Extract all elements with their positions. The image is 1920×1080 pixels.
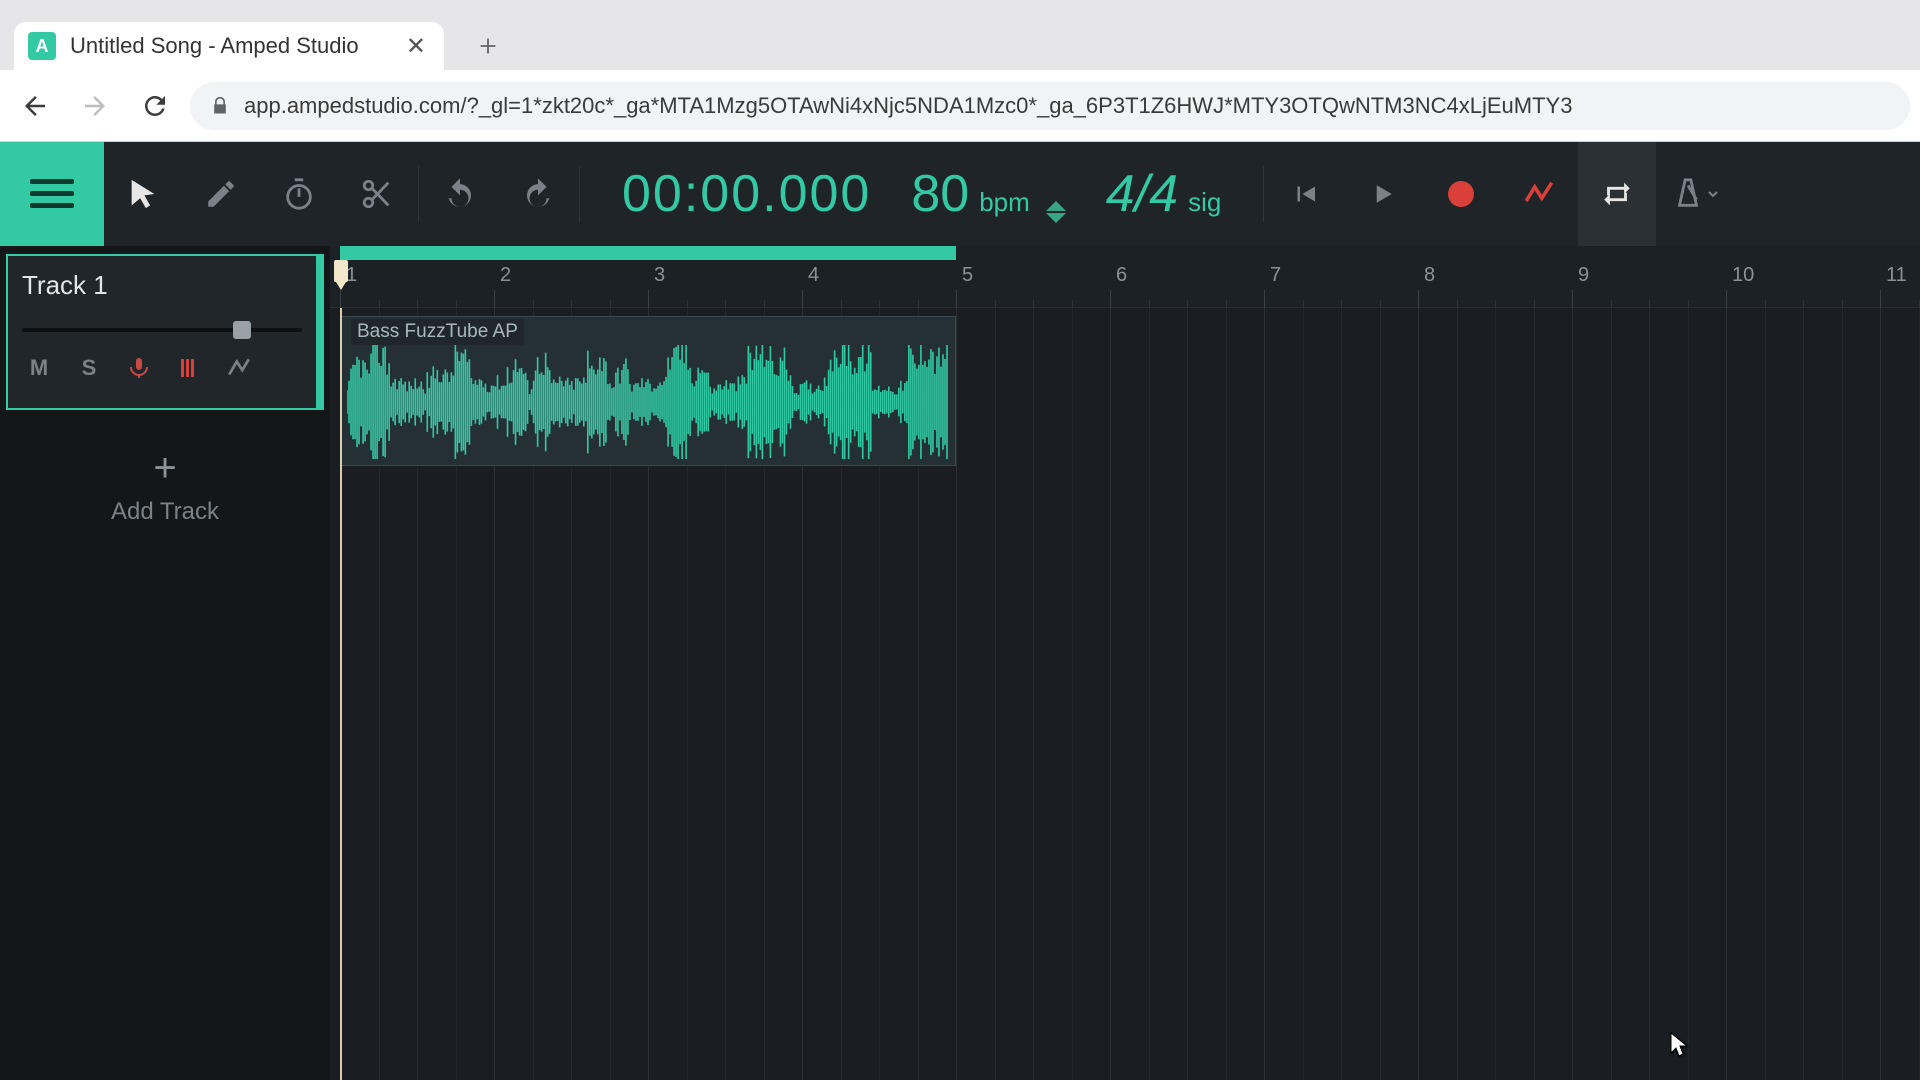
arrow-right-icon	[80, 91, 110, 121]
back-button[interactable]	[10, 81, 60, 131]
reload-button[interactable]	[130, 81, 180, 131]
mouse-cursor	[1670, 1032, 1690, 1060]
skip-start-icon	[1290, 179, 1320, 209]
sig-label: sig	[1188, 187, 1221, 218]
record-icon	[1448, 181, 1474, 207]
browser-tab-strip: A Untitled Song - Amped Studio ✕	[0, 0, 1920, 70]
redo-icon	[521, 177, 555, 211]
url-text: app.ampedstudio.com/?_gl=1*zkt20c*_ga*MT…	[244, 93, 1572, 119]
pointer-tool[interactable]	[104, 142, 182, 246]
loop-icon	[1600, 177, 1634, 211]
bpm-label: bpm	[979, 187, 1030, 218]
pencil-icon	[204, 177, 238, 211]
mic-icon	[127, 356, 151, 380]
favicon: A	[28, 32, 56, 60]
cut-tool[interactable]	[338, 142, 416, 246]
cursor-icon	[126, 177, 160, 211]
address-bar[interactable]: app.ampedstudio.com/?_gl=1*zkt20c*_ga*MT…	[190, 82, 1910, 130]
automation-track-button[interactable]	[222, 351, 256, 385]
add-track-label: Add Track	[111, 498, 219, 526]
record-button[interactable]	[1422, 142, 1500, 246]
bpm-spinner[interactable]	[1046, 201, 1066, 223]
metronome-icon	[1671, 177, 1705, 211]
line-icon	[226, 355, 252, 381]
waveform	[347, 345, 949, 459]
skip-to-start-button[interactable]	[1266, 142, 1344, 246]
browser-toolbar: app.ampedstudio.com/?_gl=1*zkt20c*_ga*MT…	[0, 70, 1920, 142]
play-button[interactable]	[1344, 142, 1422, 246]
loop-button[interactable]	[1578, 142, 1656, 246]
input-mic-button[interactable]	[122, 351, 156, 385]
mute-button[interactable]: M	[22, 351, 56, 385]
stopwatch-icon	[282, 177, 316, 211]
arrangement-view[interactable]: 1234567891011 Bass FuzzTube AP	[330, 246, 1920, 1080]
scissors-icon	[360, 177, 394, 211]
close-tab-icon[interactable]: ✕	[406, 32, 426, 61]
redo-button[interactable]	[499, 142, 577, 246]
track-panel: Track 1 M S	[0, 246, 330, 1080]
menu-button[interactable]	[0, 142, 104, 246]
audio-clip[interactable]: Bass FuzzTube AP	[340, 316, 956, 466]
arm-record-button[interactable]	[172, 351, 206, 385]
chevron-down-icon	[1707, 188, 1719, 200]
play-icon	[1368, 179, 1398, 209]
chevron-down-icon[interactable]	[1046, 213, 1066, 223]
time-display[interactable]: 00:00.000	[622, 164, 871, 224]
chevron-up-icon[interactable]	[1046, 201, 1066, 211]
undo-icon	[443, 177, 477, 211]
metronome-button[interactable]	[1656, 142, 1734, 246]
bpm-value: 80	[911, 164, 969, 224]
automation-button[interactable]	[1500, 142, 1578, 246]
automation-icon	[1522, 177, 1556, 211]
plus-icon: +	[153, 448, 176, 488]
playhead[interactable]	[334, 260, 348, 282]
app-toolbar: 00:00.000 80 bpm 4/4 sig	[0, 142, 1920, 246]
solo-button[interactable]: S	[72, 351, 106, 385]
hamburger-icon	[30, 179, 74, 209]
undo-button[interactable]	[421, 142, 499, 246]
timeline-ruler[interactable]: 1234567891011	[330, 246, 1920, 308]
loop-region[interactable]	[340, 246, 956, 260]
time-signature-control[interactable]: 4/4 sig	[1106, 164, 1222, 224]
arrow-left-icon	[20, 91, 50, 121]
volume-slider[interactable]	[22, 323, 302, 337]
add-track-button[interactable]: + Add Track	[0, 418, 330, 556]
midi-icon	[177, 356, 201, 380]
workspace: Track 1 M S	[0, 246, 1920, 1080]
daw-app: 00:00.000 80 bpm 4/4 sig	[0, 142, 1920, 1080]
tab-title: Untitled Song - Amped Studio	[70, 33, 392, 59]
sig-value: 4/4	[1106, 164, 1178, 224]
track-header[interactable]: Track 1 M S	[6, 254, 324, 410]
plus-icon	[477, 35, 499, 57]
timer-tool[interactable]	[260, 142, 338, 246]
browser-tab[interactable]: A Untitled Song - Amped Studio ✕	[14, 22, 444, 70]
playhead-line	[340, 308, 342, 1080]
bpm-control[interactable]: 80 bpm	[911, 164, 1065, 224]
clip-label: Bass FuzzTube AP	[351, 319, 524, 345]
lock-icon	[210, 96, 230, 116]
new-tab-button[interactable]	[468, 26, 508, 66]
forward-button[interactable]	[70, 81, 120, 131]
track-name[interactable]: Track 1	[22, 270, 302, 301]
pencil-tool[interactable]	[182, 142, 260, 246]
reload-icon	[140, 91, 170, 121]
